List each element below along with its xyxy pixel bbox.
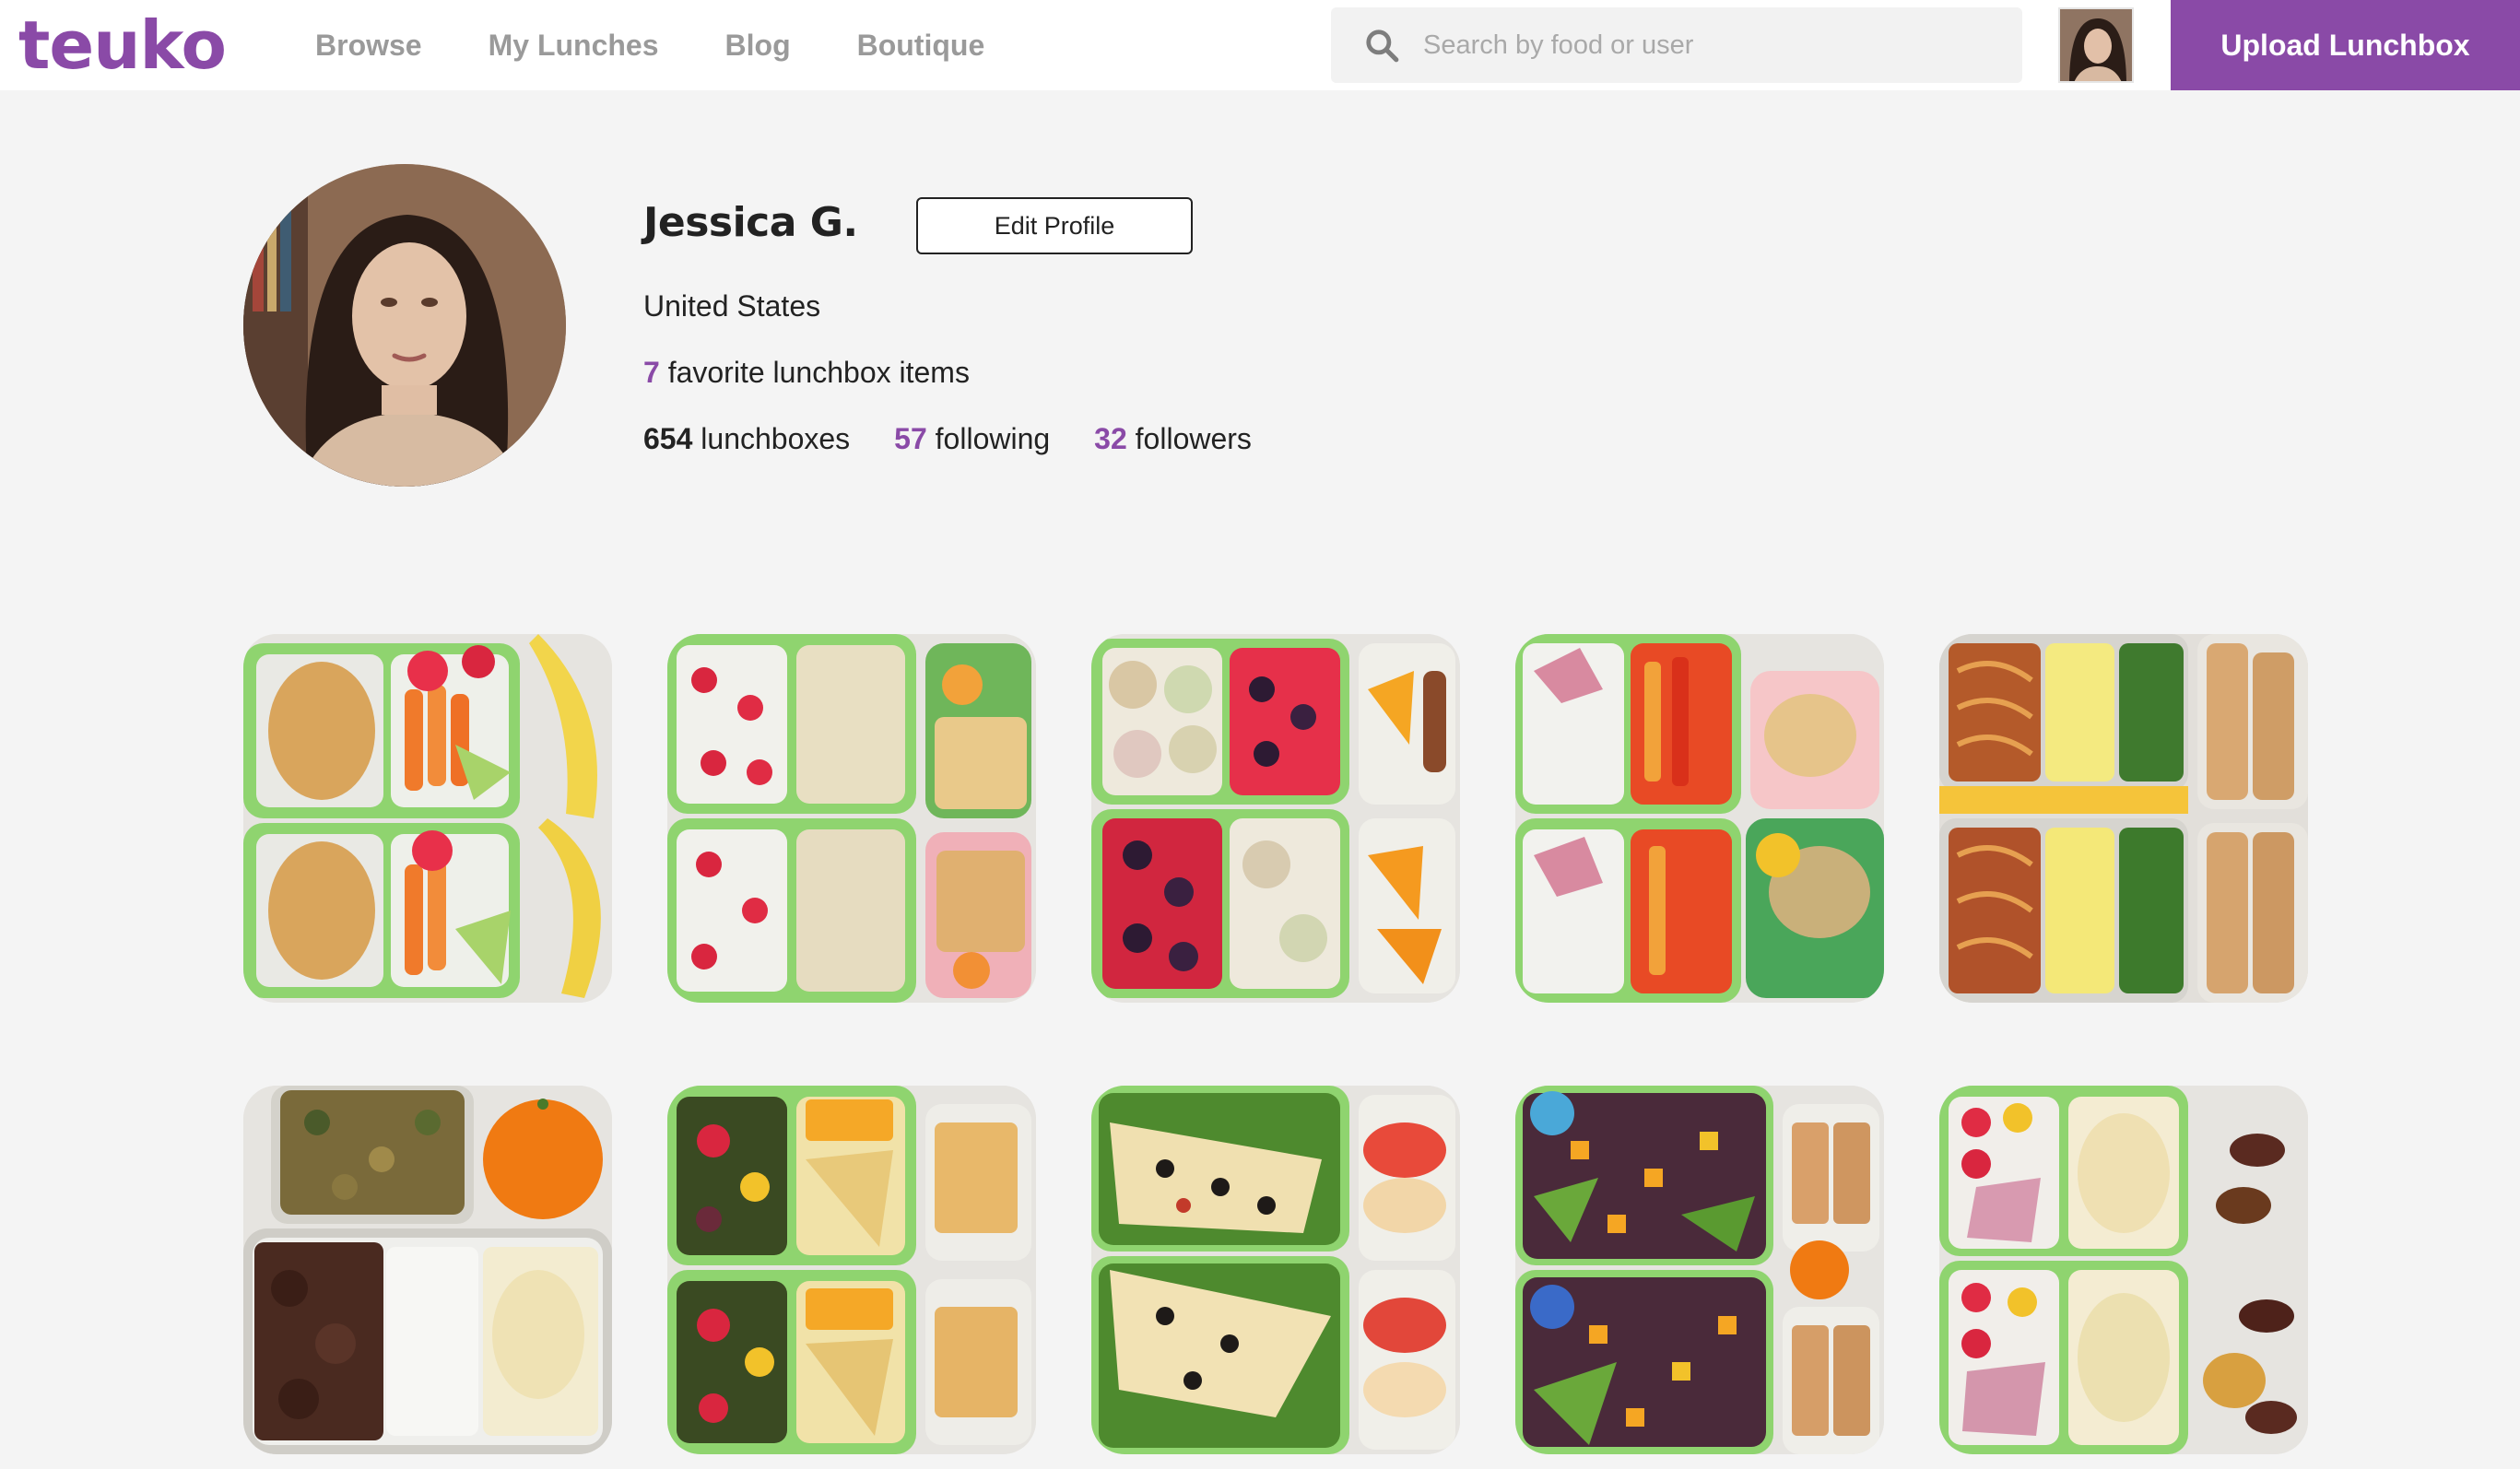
favorites-count: 7 — [643, 356, 660, 389]
search-bar — [1331, 7, 2022, 83]
lunchbox-thumbnail[interactable] — [243, 1086, 612, 1454]
lunchbox-thumbnail[interactable] — [1939, 1086, 2308, 1454]
lunchbox-photo — [1091, 1086, 1460, 1454]
lunchbox-thumbnail[interactable] — [1515, 1086, 1884, 1454]
lunchbox-photo — [1091, 634, 1460, 1003]
user-avatar-menu[interactable] — [2058, 7, 2134, 83]
following-count: 57 — [894, 422, 927, 455]
lunchbox-photo — [243, 634, 612, 1003]
search-icon[interactable] — [1364, 28, 1399, 63]
lunchbox-thumbnail[interactable] — [667, 634, 1036, 1003]
profile-country: United States — [643, 289, 821, 323]
user-avatar-photo — [2060, 9, 2132, 81]
followers-link[interactable]: 32 followers — [1094, 422, 1252, 456]
favorite-items-link[interactable]: 7 favorite lunchbox items — [643, 356, 970, 390]
nav-blog[interactable]: Blog — [725, 0, 791, 90]
edit-profile-button[interactable]: Edit Profile — [916, 197, 1193, 254]
nav-my-lunches[interactable]: My Lunches — [489, 0, 659, 90]
main-nav: Browse My Lunches Blog Boutique — [315, 0, 1051, 90]
search-input[interactable] — [1423, 7, 2004, 83]
lunchbox-photo — [1939, 634, 2308, 1003]
lunchbox-photo — [667, 634, 1036, 1003]
following-link[interactable]: 57 following — [894, 422, 1050, 456]
followers-label: followers — [1126, 422, 1252, 455]
lunchbox-photo — [1515, 634, 1884, 1003]
lunchbox-thumbnail[interactable] — [1939, 634, 2308, 1003]
lunchbox-photo — [1515, 1086, 1884, 1454]
lunchbox-photo — [1939, 1086, 2308, 1454]
lunchbox-thumbnail[interactable] — [667, 1086, 1036, 1454]
lunchbox-thumbnail[interactable] — [1091, 1086, 1460, 1454]
lunchbox-thumbnail[interactable] — [1515, 634, 1884, 1003]
lunchboxes-count: 654 — [643, 422, 693, 455]
nav-browse[interactable]: Browse — [315, 0, 422, 90]
lunchboxes-stat: 654 lunchboxes — [643, 422, 850, 456]
upload-lunchbox-button[interactable]: Upload Lunchbox — [2171, 0, 2520, 90]
favorites-label: favorite lunchbox items — [659, 356, 970, 389]
profile-stats: 654 lunchboxes 57 following 32 followers — [643, 422, 1296, 456]
followers-count: 32 — [1094, 422, 1127, 455]
nav-boutique[interactable]: Boutique — [857, 0, 985, 90]
lunchboxes-label: lunchboxes — [692, 422, 851, 455]
top-navigation-bar: teuko Browse My Lunches Blog Boutique Up… — [0, 0, 2520, 90]
lunchbox-thumbnail[interactable] — [1091, 634, 1460, 1003]
lunchbox-photo — [243, 1086, 612, 1454]
profile-name: Jessica G. — [643, 199, 858, 246]
profile-photo — [243, 164, 566, 487]
following-label: following — [926, 422, 1051, 455]
lunchbox-thumbnail[interactable] — [243, 634, 612, 1003]
lunchbox-photo — [667, 1086, 1036, 1454]
teuko-logo[interactable]: teuko — [18, 6, 227, 85]
